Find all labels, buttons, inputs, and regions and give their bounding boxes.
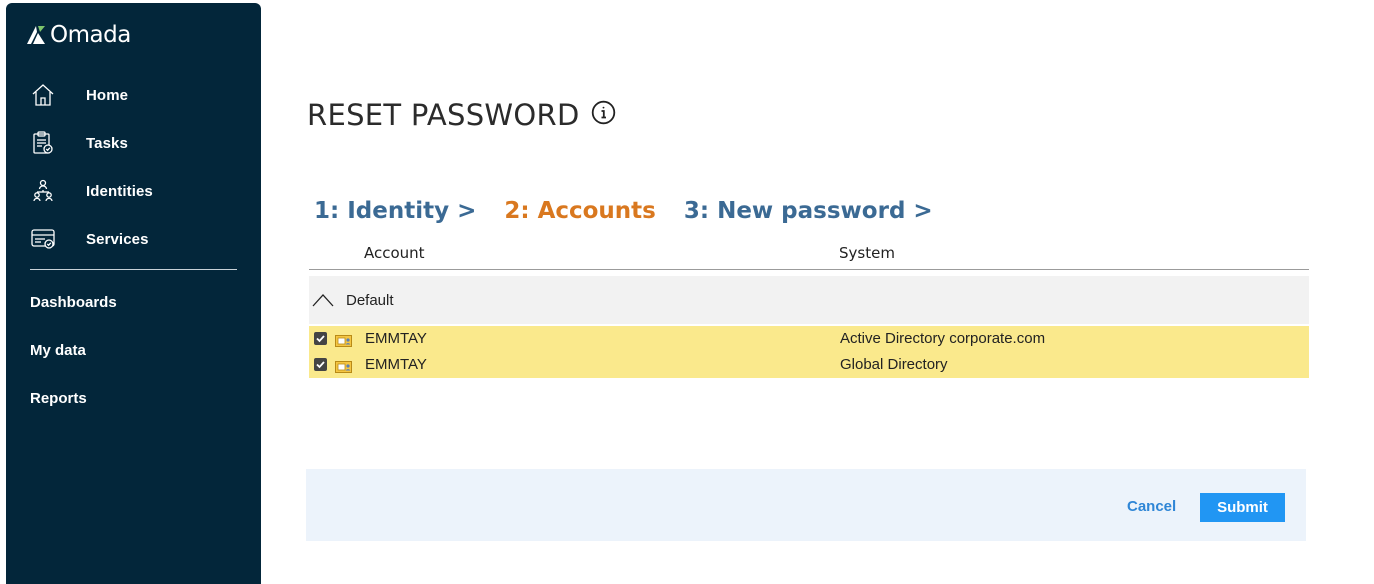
checkmark-icon [316,335,325,343]
chevron-up-icon[interactable] [311,290,337,310]
sidebar-item-label: Identities [86,182,153,200]
sidebar-item-tasks[interactable]: Tasks [30,128,128,158]
table-row[interactable]: EMMTAY Active Directory corporate.com [309,326,1309,352]
step-accounts: 2: Accounts [504,198,656,224]
sidebar-item-dashboards[interactable]: Dashboards [30,294,117,311]
cancel-button[interactable]: Cancel [1127,498,1176,515]
account-name: EMMTAY [365,330,427,347]
column-header-system[interactable]: System [839,244,895,262]
account-system: Global Directory [840,356,948,373]
account-system: Active Directory corporate.com [840,330,1046,347]
sidebar-item-label: Services [86,230,149,248]
identities-icon [30,178,56,204]
row-checkbox[interactable] [314,332,327,345]
column-header-account[interactable]: Account [364,244,425,262]
checkmark-icon [316,361,325,369]
table-row[interactable]: EMMTAY Global Directory [309,352,1309,378]
sidebar: Omada Home Tasks Identities Services Das… [6,3,261,584]
account-icon [335,334,352,352]
sidebar-item-my-data[interactable]: My data [30,342,86,359]
wizard-steps: 1: Identity > 2: Accounts 3: New passwor… [314,198,961,224]
group-row-default[interactable]: Default [309,276,1309,324]
sidebar-item-label: Tasks [86,134,128,152]
step-new-password[interactable]: 3: New password > [684,198,933,224]
submit-button[interactable]: Submit [1200,493,1285,522]
account-name: EMMTAY [365,356,427,373]
services-icon [30,226,56,252]
tasks-icon [30,130,56,156]
home-icon [30,82,56,108]
sidebar-divider [30,269,237,270]
page-title: RESET PASSWORD [307,98,616,132]
table-header-divider [309,269,1309,270]
sidebar-item-identities[interactable]: Identities [30,176,153,206]
sidebar-item-home[interactable]: Home [30,80,128,110]
group-label: Default [346,291,394,309]
page-title-text: RESET PASSWORD [307,98,580,132]
sidebar-item-label: Home [86,86,129,104]
omada-logo[interactable]: Omada [25,22,131,48]
step-identity[interactable]: 1: Identity > [314,198,476,224]
sidebar-item-reports[interactable]: Reports [30,390,87,407]
form-footer: Cancel Submit [306,469,1306,541]
omada-logo-icon [27,26,45,44]
sidebar-item-services[interactable]: Services [30,224,149,254]
info-icon[interactable] [591,100,616,130]
row-checkbox[interactable] [314,358,327,371]
app-name: Omada [50,22,131,48]
account-icon [335,360,352,378]
